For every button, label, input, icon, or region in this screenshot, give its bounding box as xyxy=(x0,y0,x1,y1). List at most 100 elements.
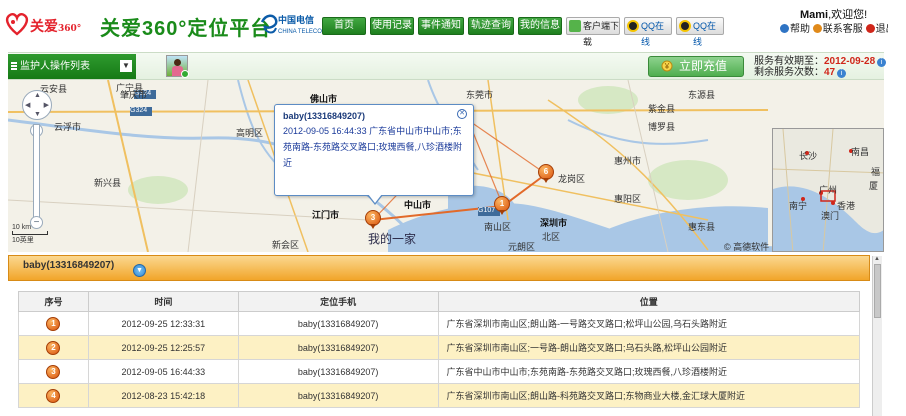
expand-toggle-icon[interactable]: ▼ xyxy=(133,264,146,277)
child-avatar[interactable] xyxy=(166,55,189,78)
remaining-count: 47 xyxy=(824,67,836,78)
map-place-label: 惠阳区 xyxy=(614,194,642,204)
table-row[interactable]: 4 2012-08-23 15:42:18 baby(13316849207) … xyxy=(18,383,860,408)
address-cell: 广东省中山市中山市;东苑南路-东苑路交叉路口;玫瑰西餐,八珍酒楼附近 xyxy=(437,359,860,384)
map-pan-control[interactable]: ▲ ▼ ◀ ▶ xyxy=(22,90,52,120)
svg-text:¥: ¥ xyxy=(664,62,670,71)
qq-icon xyxy=(627,20,639,32)
map-place-label: 元朗区 xyxy=(508,242,536,252)
table-row[interactable]: 2 2012-09-25 12:25:57 baby(13316849207) … xyxy=(18,335,860,360)
map-place-label: 肇庆市 xyxy=(120,90,148,100)
online-status-icon xyxy=(181,70,189,78)
recharge-button[interactable]: ¥ 立即充值 xyxy=(648,56,744,77)
column-header: 时间 xyxy=(87,291,239,312)
map-place-label: 紫金县 xyxy=(648,104,676,114)
dropdown-arrow-icon[interactable]: ▼ xyxy=(120,60,132,72)
column-header: 序号 xyxy=(18,291,89,312)
close-icon[interactable]: ✕ xyxy=(457,109,467,119)
track-panel-header: baby(13316849207) ▼ xyxy=(8,255,870,281)
pan-left-icon[interactable]: ◀ xyxy=(25,101,30,109)
time-cell: 2012-09-25 12:25:57 xyxy=(87,335,239,360)
location-popup: baby(13316849207) 2012-09-05 16:44:33 广东… xyxy=(274,104,474,205)
phone-cell: baby(13316849207) xyxy=(237,311,439,336)
pan-right-icon[interactable]: ▶ xyxy=(44,101,49,109)
column-header: 定位手机 xyxy=(237,291,439,312)
phone-cell: baby(13316849207) xyxy=(237,383,439,408)
info-icon[interactable]: i xyxy=(877,58,887,67)
track-marker[interactable]: 1 xyxy=(494,196,510,215)
home-label: 我的一家 xyxy=(368,232,417,246)
map-place-label: 江门市 xyxy=(312,210,340,220)
help-links: 帮助 联系客服 退出 xyxy=(780,20,896,35)
vertical-scrollbar[interactable]: ▲ xyxy=(872,256,882,416)
table-row[interactable]: 3 2012-09-05 16:44:33 baby(13316849207) … xyxy=(18,359,860,384)
qq-online-button-1[interactable]: QQ在线 xyxy=(624,17,672,47)
client-download-button[interactable]: 客户端下载 xyxy=(566,17,620,47)
scroll-thumb[interactable] xyxy=(874,264,881,318)
app-title: 关爱360°定位平台 xyxy=(100,18,272,40)
service-info: 服务有效期至：2012-09-28 i 剩余服务次数：47 i xyxy=(754,56,887,78)
map-place-label: 云浮市 xyxy=(54,122,82,132)
nav-track-query[interactable]: 轨迹查询 xyxy=(468,17,514,35)
phone-cell: baby(13316849207) xyxy=(237,335,439,360)
road-label: G324 xyxy=(130,107,148,114)
address-cell: 广东省深圳市南山区;一号路-朗山路交叉路口;乌石头路,松坪山公园附近 xyxy=(437,335,860,360)
help-icon xyxy=(780,24,789,33)
time-cell: 2012-08-23 15:42:18 xyxy=(87,383,239,408)
track-marker[interactable]: 3 xyxy=(365,210,381,229)
nav-event-notify[interactable]: 事件通知 xyxy=(418,17,464,35)
nav-home[interactable]: 首页 xyxy=(322,17,366,35)
marker-icon[interactable]: 2 xyxy=(46,340,61,355)
phone-icon xyxy=(812,24,822,33)
map-view[interactable]: G324 G324 G107 广宁县 云安县 肇庆市 云浮市 高明区 新兴县 佛… xyxy=(8,80,884,252)
qq-online-button-2[interactable]: QQ在线 xyxy=(676,17,724,47)
time-cell: 2012-09-25 12:33:31 xyxy=(87,311,239,336)
map-place-label: 惠东县 xyxy=(688,222,716,232)
map-place-label: 龙岗区 xyxy=(558,174,586,184)
map-place-label: 东莞市 xyxy=(466,90,494,100)
logout-icon xyxy=(865,24,875,33)
marker-icon[interactable]: 4 xyxy=(46,388,61,403)
phone-cell: baby(13316849207) xyxy=(237,359,439,384)
table-row[interactable]: 1 2012-09-25 12:33:31 baby(13316849207) … xyxy=(18,311,860,336)
marker-icon[interactable]: 3 xyxy=(46,364,61,379)
popup-address: 2012-09-05 16:44:33 广东省中山市中山市;东苑南路-东苑路交叉… xyxy=(283,126,462,168)
map-place-label: 东源县 xyxy=(688,90,716,100)
nav-my-info[interactable]: 我的信息 xyxy=(518,17,562,35)
pan-down-icon[interactable]: ▼ xyxy=(34,111,41,118)
map-place-label: 深圳市 xyxy=(540,218,568,228)
panel-title: baby(13316849207) xyxy=(23,260,115,271)
download-icon xyxy=(569,20,581,32)
marker-icon[interactable]: 1 xyxy=(46,316,61,331)
popup-title: baby(13316849207) xyxy=(283,111,366,121)
track-marker[interactable]: 6 xyxy=(538,164,554,183)
header: 关爱360° 关爱360°定位平台 中国电信 CHINA TELECOM 首页 … xyxy=(0,0,906,52)
toolbar: 监护人操作列表 ▼ ¥ 立即充值 服务有效期至：2012-09-28 i 剩余服务… xyxy=(8,52,887,80)
zoom-slider[interactable] xyxy=(33,124,40,224)
map-place-label: 新兴县 xyxy=(94,178,122,188)
coin-icon: ¥ xyxy=(661,60,673,72)
overview-minimap[interactable]: 长沙 南昌 广州 南宁 香港 澳门 福 厦 xyxy=(772,128,884,252)
list-icon xyxy=(11,62,17,70)
heart-logo-icon xyxy=(5,13,29,36)
time-cell: 2012-09-05 16:44:33 xyxy=(87,359,239,384)
road-label: G107 xyxy=(478,207,496,214)
address-cell: 广东省深圳市南山区;朗山路-一号路交叉路口;松坪山公园,乌石头路附近 xyxy=(437,311,860,336)
guardian-menu-dropdown[interactable]: 监护人操作列表 ▼ xyxy=(8,54,136,79)
map-place-label: 博罗县 xyxy=(648,122,676,132)
contact-service-link[interactable]: 联系客服 xyxy=(812,24,863,35)
pan-up-icon[interactable]: ▲ xyxy=(34,92,41,99)
info-icon[interactable]: i xyxy=(837,69,847,78)
map-place-label: 高明区 xyxy=(236,128,264,138)
logo-subtitle: 关爱360° xyxy=(30,19,82,35)
map-place-label: 惠州市 xyxy=(614,156,642,166)
track-table: 序号 时间 定位手机 位置 1 2012-09-25 12:33:31 baby… xyxy=(18,291,860,416)
column-header: 位置 xyxy=(437,291,860,312)
map-scale: 10 km 10英里 xyxy=(12,224,48,245)
map-place-label: 南山区 xyxy=(484,222,512,232)
nav-usage-records[interactable]: 使用记录 xyxy=(370,17,414,35)
window-edge xyxy=(888,0,906,416)
scroll-up-icon[interactable]: ▲ xyxy=(874,256,880,262)
address-cell: 广东省深圳市南山区;朗山路-科苑路交叉路口;东物商业大楼,金汇球大厦附近 xyxy=(437,383,860,408)
help-link[interactable]: 帮助 xyxy=(780,24,810,35)
